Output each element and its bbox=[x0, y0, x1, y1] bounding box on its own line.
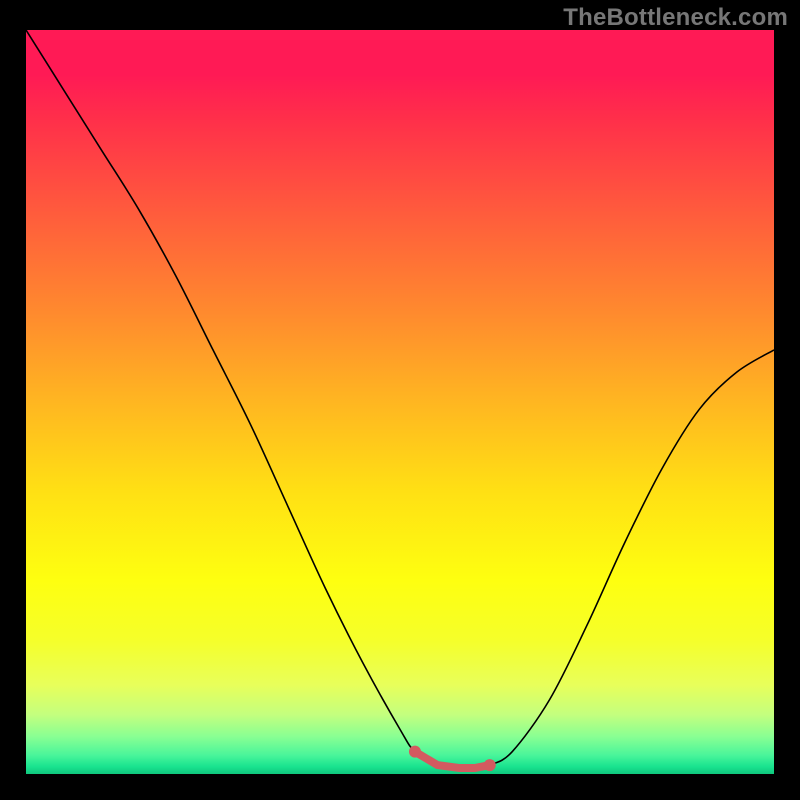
chart-frame: TheBottleneck.com bbox=[0, 0, 800, 800]
watermark-text: TheBottleneck.com bbox=[563, 4, 788, 32]
optimal-range-end-dot bbox=[484, 759, 496, 771]
optimal-range-start-dot bbox=[409, 746, 421, 758]
bottleneck-curve-svg bbox=[26, 30, 774, 774]
plot-area bbox=[26, 30, 774, 774]
optimal-range-highlight bbox=[415, 752, 490, 768]
bottleneck-curve-line bbox=[26, 30, 774, 768]
